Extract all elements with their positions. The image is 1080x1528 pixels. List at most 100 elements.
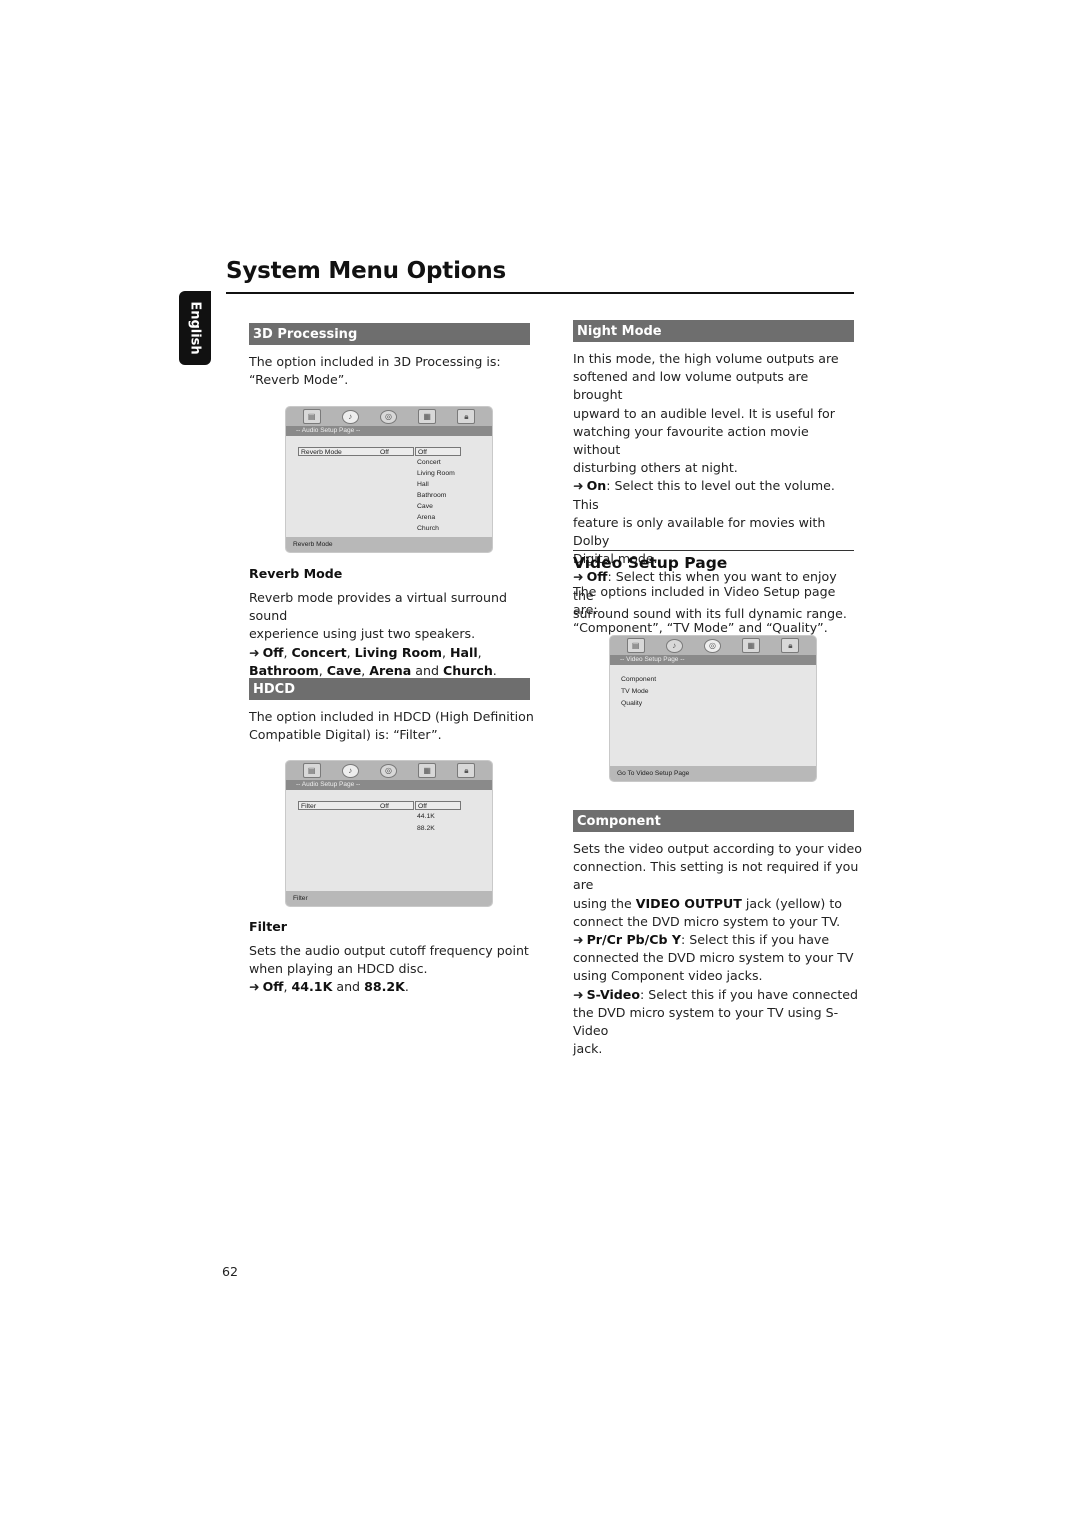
option-cave: Cave <box>326 662 362 678</box>
option-on: On <box>586 478 607 494</box>
section-heading-night-mode: Night Mode <box>573 320 854 342</box>
description-line: softened and low volume outputs are brou… <box>573 369 809 403</box>
osd-filter-field[interactable]: Filter Off <box>298 801 414 810</box>
night-on-line: ➜ On: Select this to level out the volume… <box>573 477 858 513</box>
arrow-icon: ➜ <box>573 986 584 1002</box>
section-rule <box>573 550 854 551</box>
filter-options-line: ➜ Off, 44.1K and 88.2K. <box>249 979 409 995</box>
osd-body: Reverb Mode Off Off Concert Living Room … <box>286 436 492 537</box>
osd-menu-item-tv-mode[interactable]: TV Mode <box>621 686 649 698</box>
3d-processing-intro: The option included in 3D Processing is:… <box>249 353 501 389</box>
language-tab-label: English <box>187 301 203 355</box>
text: using the <box>573 895 636 911</box>
option-pr-cr-pb-cb-y: Pr/Cr Pb/Cb Y <box>586 932 682 948</box>
audio-setup-icon: ♪ <box>341 409 359 424</box>
description-line: Sets the audio output cutoff frequency p… <box>249 943 529 958</box>
description-line: watching your favourite action movie wit… <box>573 423 809 458</box>
option-church: Church <box>442 662 493 678</box>
osd-page-label: -- Audio Setup Page -- <box>286 780 492 790</box>
option-living-room: Living Room <box>354 644 442 660</box>
description-line: disturbing others at night. <box>573 460 738 476</box>
osd-reverb-mode-field[interactable]: Reverb Mode Off <box>298 447 414 456</box>
section-heading-hdcd: HDCD <box>249 678 530 700</box>
osd-option[interactable]: Living Room <box>417 468 455 479</box>
video-output-label: VIDEO OUTPUT <box>635 895 742 911</box>
osd-option[interactable]: Arena <box>417 512 435 523</box>
option-off: Off <box>262 644 284 660</box>
osd-filter-screen: ▤ ♪ ◎ ▦ 🔒︎ -- Audio Setup Page -- Filter… <box>286 761 492 906</box>
option-concert: Concert <box>291 644 347 660</box>
osd-icon-bar: ▤ ♪ ◎ ▦ 🔒︎ <box>286 761 492 780</box>
sub-heading-reverb-mode: Reverb Mode <box>249 566 343 581</box>
osd-reverb-mode-screen: ▤ ♪ ◎ ▦ 🔒︎ -- Audio Setup Page -- Reverb… <box>286 407 492 552</box>
intro-line: The option included in 3D Processing is: <box>249 354 501 369</box>
osd-body: Filter Off Off 44.1K 88.2K <box>286 790 492 891</box>
section-heading-component: Component <box>573 810 854 832</box>
preference-icon: ▦ <box>418 409 437 424</box>
section-heading-3d-processing: 3D Processing <box>249 323 530 345</box>
section-heading-video-setup-page: Video Setup Page <box>573 554 728 572</box>
description-line: upward to an audible level. It is useful… <box>573 405 835 421</box>
video-setup-icon: ◎ <box>703 638 721 653</box>
osd-option[interactable]: Church <box>417 523 439 534</box>
password-lock-icon: 🔒︎ <box>457 763 476 778</box>
osd-option[interactable]: Concert <box>417 457 441 468</box>
intro-line: Compatible Digital) is: “Filter”. <box>249 727 442 743</box>
osd-field-label: Reverb Mode <box>301 449 342 456</box>
description-line: connection. This setting is not required… <box>573 859 859 893</box>
osd-icon-bar: ▤ ♪ ◎ ▦ 🔒︎ <box>610 636 816 655</box>
description-line: Reverb mode provides a virtual surround … <box>249 590 507 624</box>
description-line: connect the DVD micro system to your TV. <box>573 913 841 929</box>
osd-icon-bar: ▤ ♪ ◎ ▦ 🔒︎ <box>286 407 492 426</box>
osd-footer: Filter <box>286 891 492 906</box>
language-tab: English <box>179 291 211 365</box>
password-lock-icon: 🔒︎ <box>781 638 800 653</box>
option-44-1k: 44.1K <box>291 979 333 995</box>
osd-option[interactable]: Hall <box>417 479 429 490</box>
component-pr-line: ➜ Pr/Cr Pb/Cb Y: Select this if you have <box>573 931 863 949</box>
osd-video-setup-screen: ▤ ♪ ◎ ▦ 🔒︎ -- Video Setup Page -- Compon… <box>610 636 816 781</box>
osd-field-value: Off <box>380 449 389 456</box>
arrow-icon: ➜ <box>249 644 260 660</box>
description-line: the DVD micro system to your TV using S-… <box>573 1004 839 1039</box>
preference-icon: ▦ <box>742 638 761 653</box>
general-setup-icon: ▤ <box>302 763 321 778</box>
hdcd-intro: The option included in HDCD (High Defini… <box>249 708 534 744</box>
osd-option[interactable]: 88.2K <box>417 823 435 834</box>
audio-setup-icon: ♪ <box>341 763 359 778</box>
description-line: Sets the video output according to your … <box>573 841 862 856</box>
page-number: 62 <box>222 1264 239 1279</box>
osd-menu-item-component[interactable]: Component <box>621 674 656 686</box>
option-s-video: S-Video <box>586 986 640 1002</box>
arrow-icon: ➜ <box>249 979 260 995</box>
description-line: using the VIDEO OUTPUT jack (yellow) to <box>573 895 863 913</box>
osd-footer: Go To Video Setup Page <box>610 766 816 781</box>
video-setup-intro: The options included in Video Setup page… <box>573 583 863 638</box>
osd-option-selected[interactable]: Off <box>415 801 461 810</box>
description-line: jack. <box>573 1041 603 1057</box>
reverb-mode-description: Reverb mode provides a virtual surround … <box>249 589 539 680</box>
osd-menu-item-quality[interactable]: Quality <box>621 698 642 710</box>
video-setup-icon: ◎ <box>379 763 397 778</box>
osd-option[interactable]: 44.1K <box>417 811 435 822</box>
option-hall: Hall <box>450 644 478 660</box>
reverb-options-line: ➜ Off, Concert, Living Room, Hall, <box>249 644 482 660</box>
audio-setup-icon: ♪ <box>665 638 683 653</box>
preference-icon: ▦ <box>418 763 437 778</box>
osd-option-selected[interactable]: Off <box>415 447 461 456</box>
arrow-icon: ➜ <box>573 932 584 948</box>
osd-option[interactable]: Bathroom <box>417 490 446 501</box>
intro-line: “Reverb Mode”. <box>249 372 349 388</box>
osd-field-value: Off <box>380 803 389 810</box>
option-text: : Select this if you have connected <box>640 986 859 1002</box>
arrow-icon: ➜ <box>573 478 584 494</box>
password-lock-icon: 🔒︎ <box>457 409 476 424</box>
text: jack (yellow) to <box>741 895 842 911</box>
option-text: : Select this to level out the volume. T… <box>573 478 835 512</box>
option-off: Off <box>262 979 284 995</box>
description-line: using Component video jacks. <box>573 968 763 984</box>
osd-body: Component TV Mode Quality <box>610 665 816 766</box>
description-line: feature is only available for movies wit… <box>573 514 826 549</box>
component-description: Sets the video output according to your … <box>573 840 863 1058</box>
osd-option[interactable]: Cave <box>417 501 433 512</box>
